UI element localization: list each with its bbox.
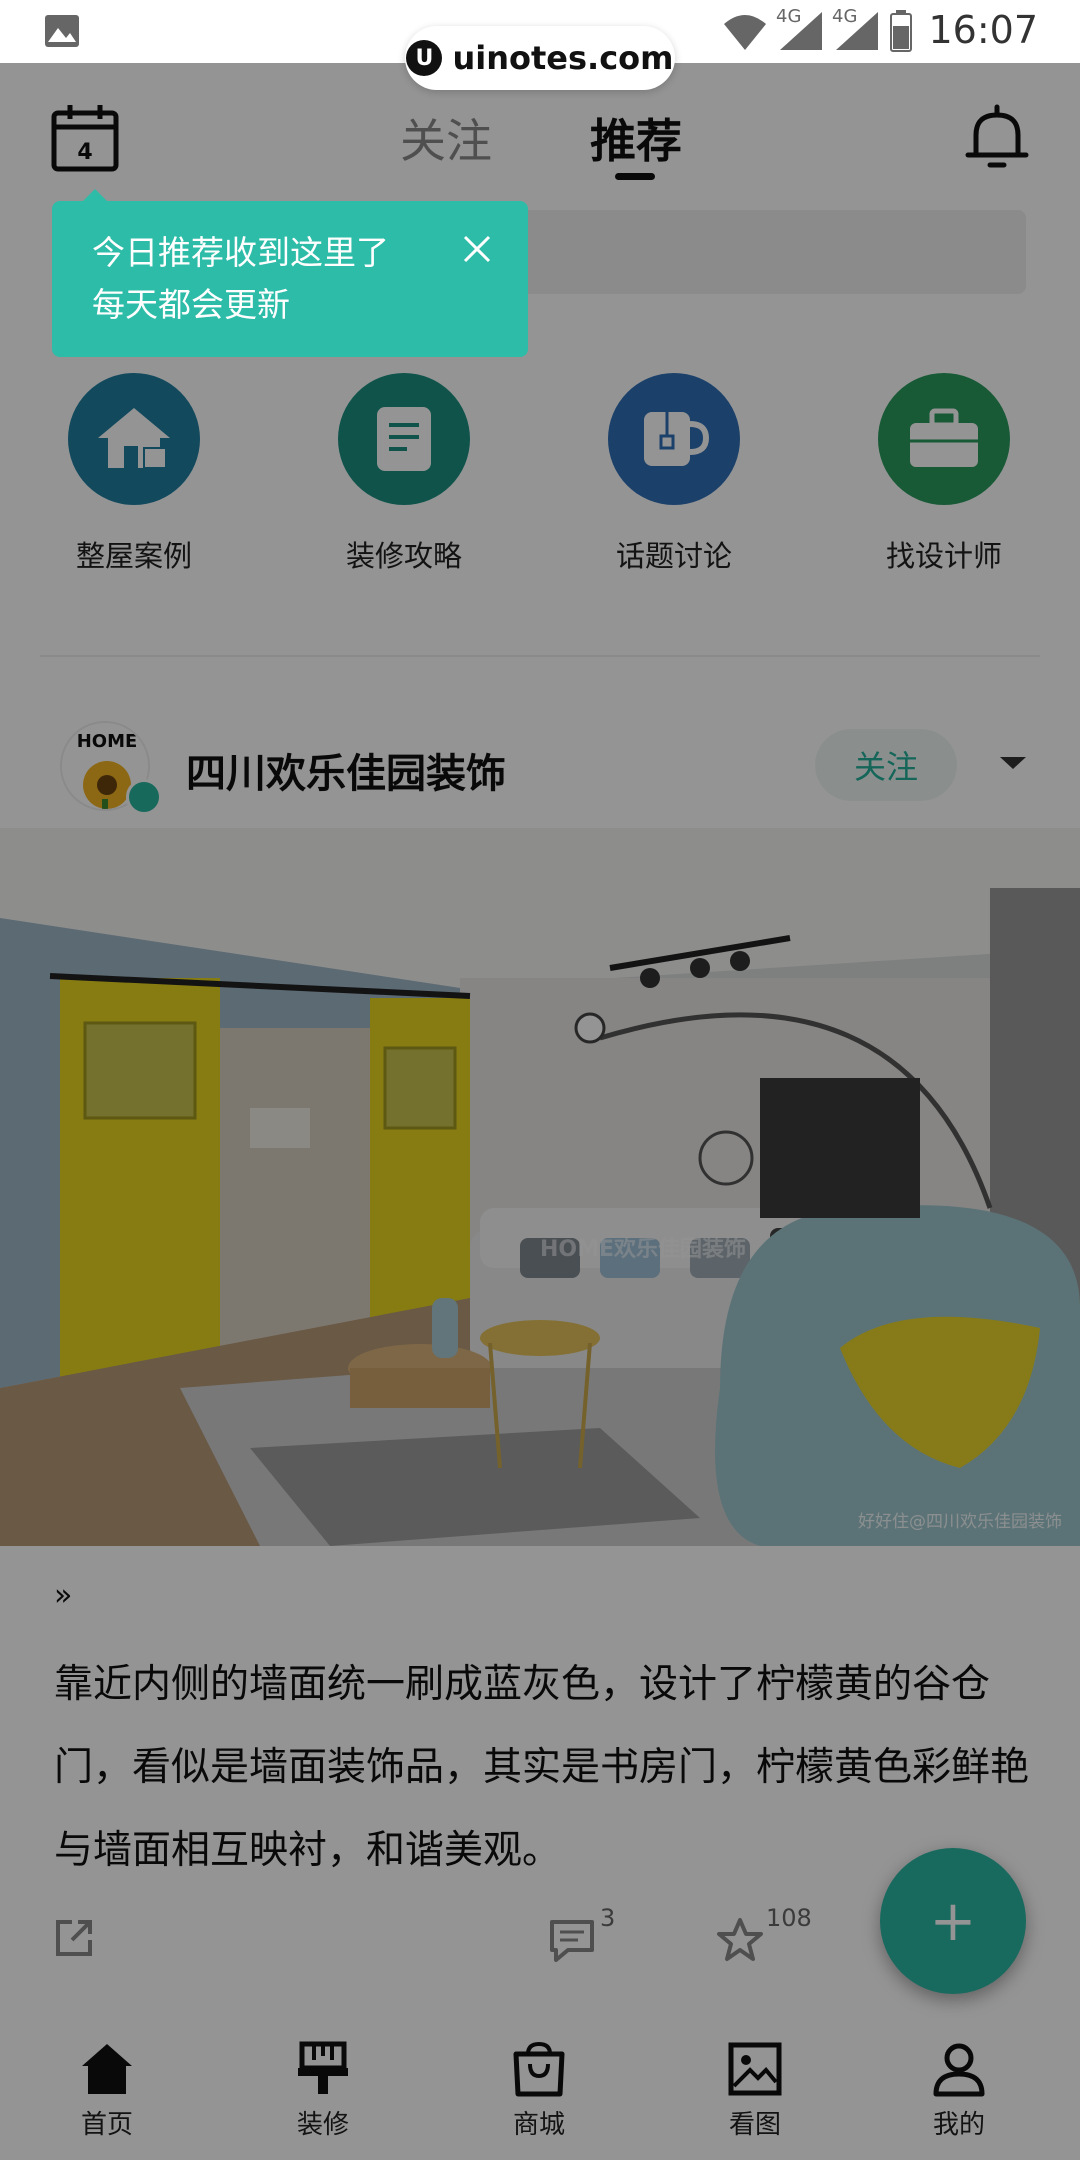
uinotes-logo-icon: U xyxy=(406,40,443,76)
tooltip-line-2: 每天都会更新 xyxy=(92,285,290,324)
site-watermark: U uinotes.com xyxy=(405,26,675,90)
close-icon[interactable] xyxy=(457,229,497,269)
battery-icon xyxy=(890,10,912,52)
cell-signal-1: 4G xyxy=(776,6,824,52)
watermark-text: uinotes.com xyxy=(452,39,674,77)
signal-icon xyxy=(836,12,878,50)
gallery-notification-icon xyxy=(45,15,79,47)
status-icons: 4G 4G xyxy=(722,6,912,52)
cell-signal-2: 4G xyxy=(832,6,880,52)
tooltip-dim-overlay[interactable] xyxy=(0,63,1080,2160)
daily-recommend-tooltip: 今日推荐收到这里了 每天都会更新 xyxy=(52,189,528,357)
clock: 16:07 xyxy=(928,8,1038,52)
signal-icon xyxy=(780,12,822,50)
wifi-icon xyxy=(724,15,766,50)
